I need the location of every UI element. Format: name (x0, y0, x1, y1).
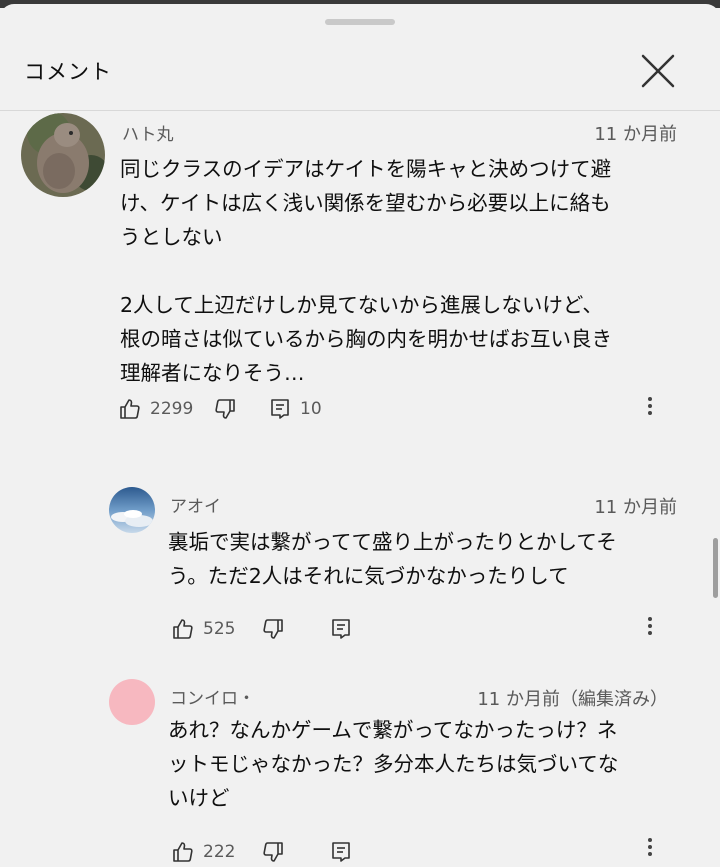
thumbs-down-icon (261, 840, 285, 864)
comment-author[interactable]: アオイ (170, 492, 221, 517)
comment-text: 裏垢で実は繋がってて盛り上がったりとかしてそ う。ただ2人はそれに気づかなかった… (168, 530, 617, 588)
thumbs-up-icon (171, 840, 195, 864)
comment-text: あれ？なんかゲームで繋がってなかったっけ？ネ ットモじゃなかった？多分本人たちは… (168, 718, 619, 810)
reply-icon (268, 397, 292, 421)
avatar[interactable] (21, 113, 105, 197)
dislike-button[interactable] (213, 394, 237, 424)
like-count: 222 (203, 842, 236, 862)
comment-time: 11 か月前 (594, 497, 677, 518)
thumbs-down-icon (261, 617, 285, 641)
like-button[interactable]: 525 (171, 614, 235, 644)
like-count: 2299 (150, 399, 194, 419)
header-divider (0, 110, 720, 111)
page-title: コメント (24, 60, 112, 84)
comment-text: 同じクラスのイデアはケイトを陽キャと決めつけて避 け、ケイトは広く浅い関係を望む… (120, 157, 612, 385)
avatar[interactable] (109, 679, 155, 725)
like-button[interactable]: 2299 (118, 394, 193, 424)
drag-handle[interactable] (325, 19, 395, 25)
more-options-icon[interactable] (640, 614, 660, 646)
more-options-icon[interactable] (640, 394, 660, 426)
reply-button[interactable] (329, 614, 353, 644)
close-icon[interactable] (636, 49, 680, 93)
thumbs-up-icon (171, 617, 195, 641)
dislike-button[interactable] (261, 614, 285, 644)
comment-author[interactable]: コンイロ・ (170, 684, 255, 709)
more-options-icon[interactable] (640, 835, 660, 867)
reply-icon (329, 617, 353, 641)
like-count: 525 (203, 619, 236, 639)
thumbs-down-icon (213, 397, 237, 421)
comment-actions: 525 (171, 614, 671, 644)
comment-author[interactable]: ハト丸 (122, 120, 174, 145)
comment-actions: 2299 10 (118, 394, 678, 424)
reply-icon (329, 840, 353, 864)
thumbs-up-icon (118, 397, 142, 421)
avatar[interactable] (109, 487, 155, 533)
reply-count: 10 (300, 399, 322, 419)
reply-button[interactable]: 10 (268, 394, 322, 424)
comment-time: 11 か月前（編集済み） (477, 689, 668, 710)
scrollbar[interactable] (713, 538, 718, 598)
comment-time: 11 か月前 (594, 124, 677, 145)
